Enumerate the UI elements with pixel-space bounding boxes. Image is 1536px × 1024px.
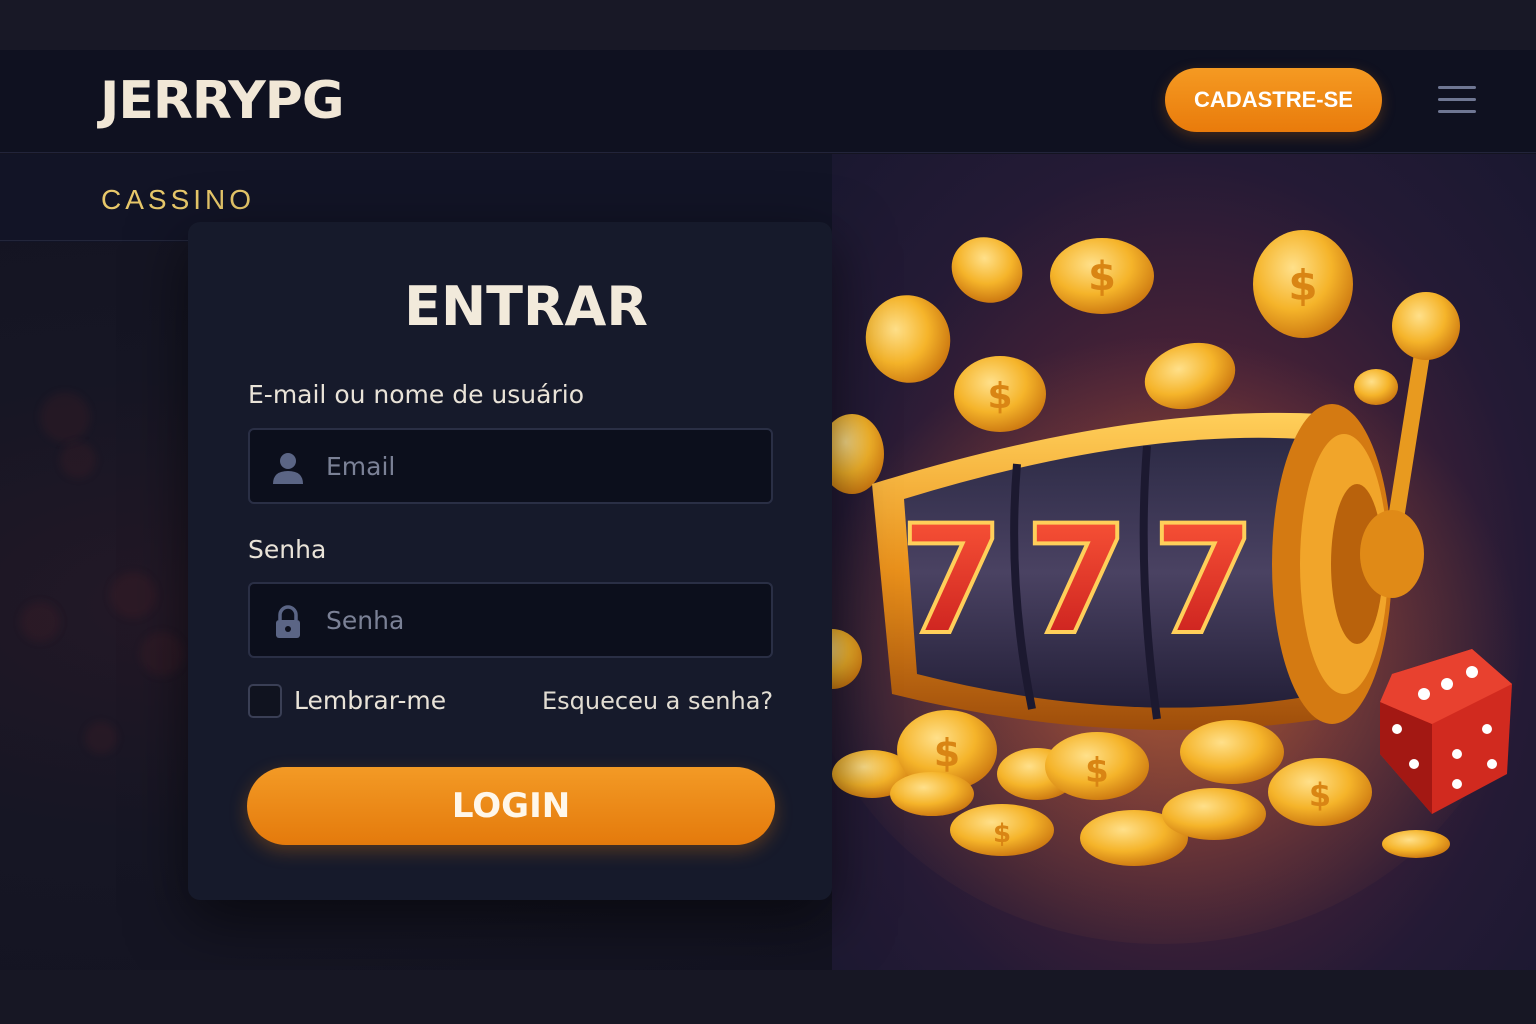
hero-slot-illustration: $ $ $ 7 7 7 $ $ $ $ — [832, 154, 1536, 970]
hamburger-line — [1438, 110, 1476, 113]
remember-me-checkbox[interactable] — [248, 684, 282, 718]
site-logo[interactable]: JERRYPG — [100, 72, 345, 130]
site-header: JERRYPG CADASTRE-SE — [0, 50, 1536, 153]
tab-casino[interactable]: CASSINO — [101, 184, 255, 216]
email-field-wrapper — [248, 428, 773, 504]
hamburger-menu-icon[interactable] — [1438, 84, 1476, 116]
password-field[interactable] — [326, 594, 756, 646]
reel-seven: 7 — [1152, 494, 1256, 668]
email-field[interactable] — [326, 440, 756, 492]
login-title: ENTRAR — [404, 275, 648, 338]
password-label: Senha — [248, 535, 327, 564]
svg-text:$: $ — [1085, 751, 1109, 791]
svg-text:$: $ — [993, 819, 1011, 849]
login-card: ENTRAR E-mail ou nome de usuário Senha L… — [188, 222, 832, 900]
user-icon — [273, 453, 303, 484]
signup-button[interactable]: CADASTRE-SE — [1165, 68, 1382, 132]
reel-seven: 7 — [900, 494, 1004, 668]
svg-text:$: $ — [1288, 261, 1317, 310]
bokeh-light — [20, 602, 60, 642]
top-strip — [0, 0, 1536, 50]
svg-text:$: $ — [987, 376, 1012, 417]
bokeh-light — [40, 392, 90, 442]
slot-machine-graphic: $ $ $ 7 7 7 $ $ $ $ — [832, 230, 1522, 944]
svg-text:$: $ — [1088, 254, 1116, 300]
reel-seven: 7 — [1025, 494, 1129, 668]
svg-text:$: $ — [1309, 776, 1331, 814]
bottom-strip — [0, 970, 1536, 1024]
login-button[interactable]: LOGIN — [247, 767, 775, 845]
forgot-password-link[interactable]: Esqueceu a senha? — [542, 686, 773, 716]
bokeh-light — [85, 722, 117, 754]
bokeh-light — [110, 572, 156, 618]
subnav-divider — [0, 240, 190, 241]
lock-icon — [276, 605, 300, 638]
email-label: E-mail ou nome de usuário — [248, 380, 584, 409]
bokeh-light — [60, 442, 96, 478]
bokeh-light — [140, 632, 184, 676]
hamburger-line — [1438, 86, 1476, 89]
password-field-wrapper — [248, 582, 773, 658]
remember-me-label: Lembrar-me — [294, 686, 447, 715]
hamburger-line — [1438, 98, 1476, 101]
svg-text:$: $ — [934, 731, 960, 775]
